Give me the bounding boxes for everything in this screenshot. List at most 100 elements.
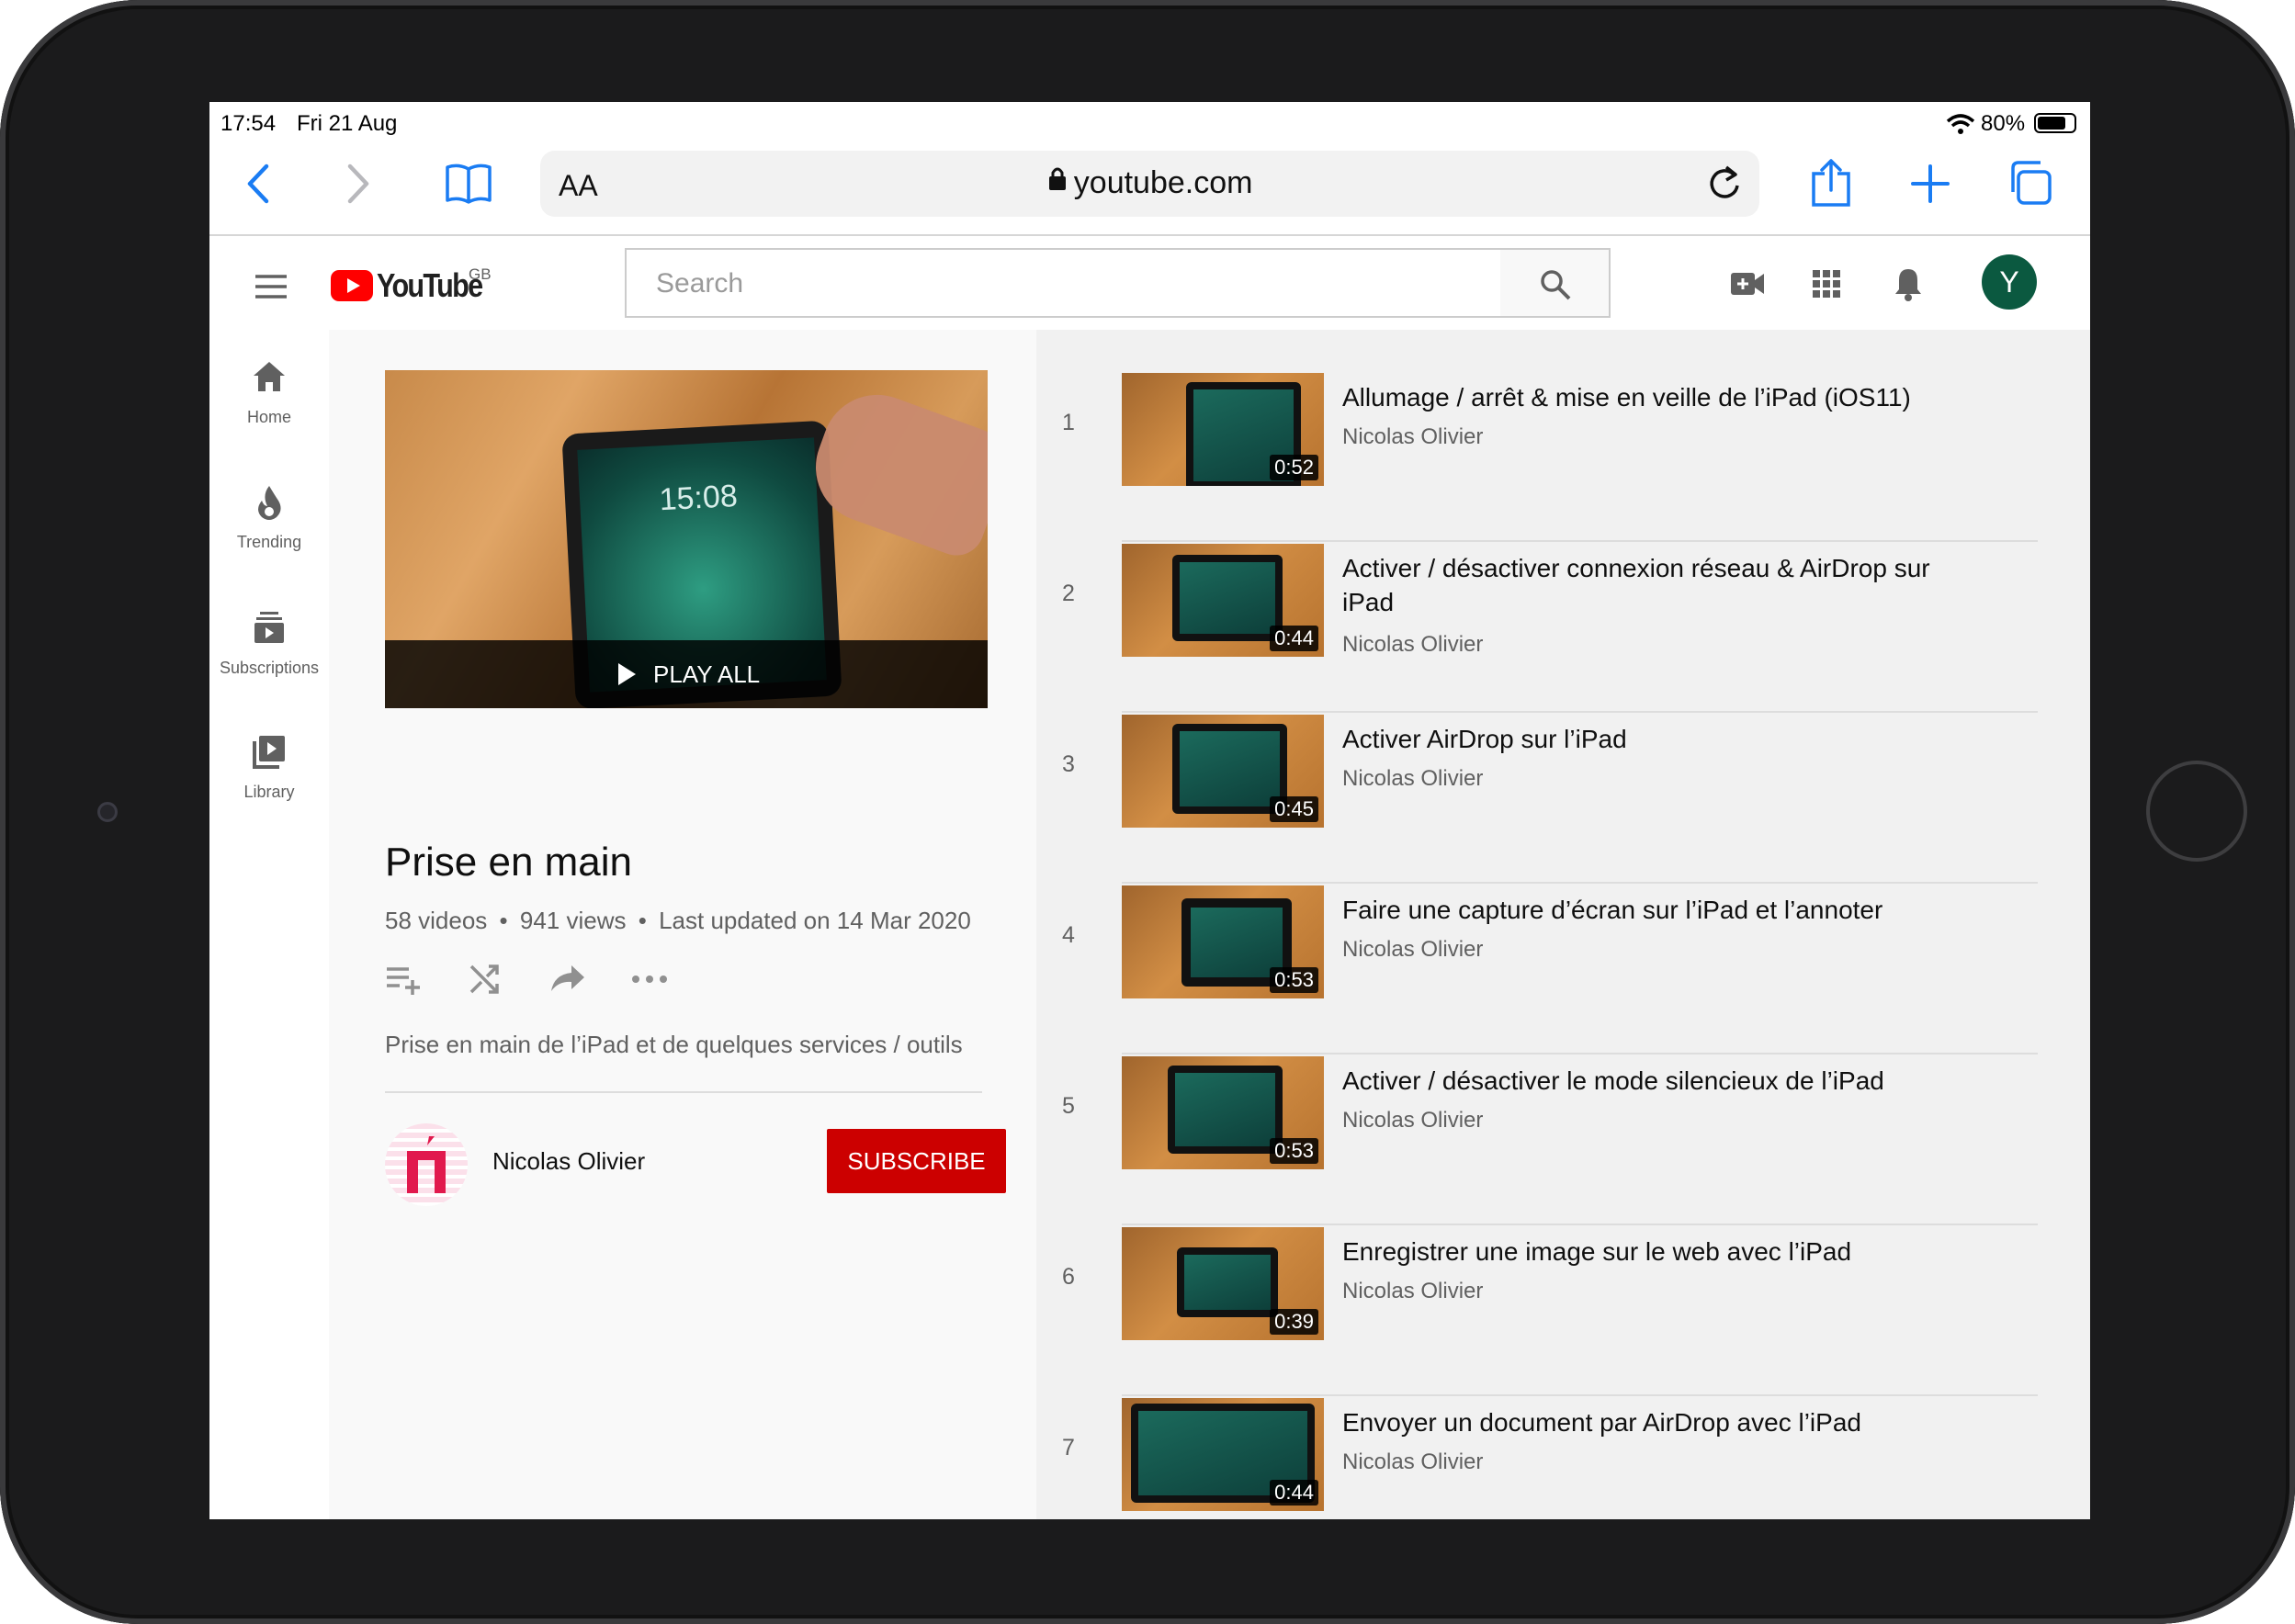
- more-options-icon[interactable]: [632, 976, 669, 985]
- sidebar-item-label: Trending: [236, 533, 302, 551]
- view-count: 941 views: [519, 907, 627, 934]
- video-duration: 0:39: [1270, 1309, 1318, 1335]
- thumbnail-ipad: [1168, 1066, 1283, 1154]
- playlist-description: Prise en main de l’iPad et de quelques s…: [385, 1031, 963, 1058]
- channel-logo-icon: [407, 1136, 446, 1193]
- video-duration: 0:44: [1270, 1480, 1318, 1506]
- playlist-video-row[interactable]: 4 0:53 Faire une capture d’écran sur l’i…: [1036, 884, 2075, 1054]
- guide-sidebar: Home Trending Subscriptions Library: [209, 330, 329, 1519]
- video-channel[interactable]: Nicolas Olivier: [1342, 937, 1483, 963]
- front-camera: [97, 802, 118, 822]
- video-thumbnail[interactable]: 0:44: [1122, 1398, 1324, 1511]
- address-bar[interactable]: AA youtube.com: [540, 151, 1759, 217]
- video-channel[interactable]: Nicolas Olivier: [1342, 1449, 1483, 1475]
- screen: 17:54 Fri 21 Aug 80% AA youtube.com YouT…: [209, 102, 2090, 1519]
- video-title[interactable]: Activer / désactiver connexion réseau & …: [1342, 551, 1976, 619]
- toolbar-divider: [209, 234, 2090, 236]
- video-thumbnail[interactable]: 0:52: [1122, 373, 1324, 486]
- region-label: GB: [469, 265, 492, 283]
- play-all-button[interactable]: PLAY ALL: [385, 640, 988, 708]
- video-index: 4: [1062, 922, 1075, 948]
- divider: [385, 1091, 982, 1093]
- subscribe-button[interactable]: SUBSCRIBE: [827, 1129, 1006, 1193]
- url-text: youtube.com: [1073, 165, 1253, 200]
- video-thumbnail[interactable]: 0:53: [1122, 885, 1324, 998]
- thumbnail-screen: [1180, 731, 1280, 806]
- playlist-video-row[interactable]: 5 0:53 Activer / désactiver le mode sile…: [1036, 1054, 2075, 1225]
- new-tab-icon[interactable]: [1909, 163, 1951, 205]
- video-channel[interactable]: Nicolas Olivier: [1342, 632, 1483, 658]
- video-thumbnail[interactable]: 0:45: [1122, 715, 1324, 828]
- wifi-icon: [1946, 113, 1975, 135]
- video-title[interactable]: Faire une capture d’écran sur l’iPad et …: [1342, 893, 1976, 927]
- playlist-thumbnail[interactable]: 15:08 PLAY ALL: [385, 370, 988, 708]
- search-button[interactable]: [1500, 248, 1611, 318]
- video-channel[interactable]: Nicolas Olivier: [1342, 766, 1483, 792]
- thumbnail-screen: [1191, 908, 1283, 977]
- back-icon[interactable]: [237, 159, 283, 209]
- playlist-video-row[interactable]: 7 0:44 Envoyer un document par AirDrop a…: [1036, 1396, 2075, 1519]
- last-updated: Last updated on 14 Mar 2020: [659, 907, 971, 934]
- video-duration: 0:53: [1270, 1138, 1318, 1164]
- video-count: 58 videos: [385, 907, 488, 934]
- tabs-icon[interactable]: [2006, 159, 2053, 207]
- add-to-queue-icon[interactable]: [385, 964, 424, 995]
- video-index: 3: [1062, 751, 1075, 777]
- play-icon: [618, 663, 636, 685]
- video-title[interactable]: Envoyer un document par AirDrop avec l’i…: [1342, 1405, 1976, 1439]
- playlist-title: Prise en main: [385, 840, 633, 885]
- youtube-play-logo-icon: [331, 270, 373, 301]
- search-input[interactable]: Search: [625, 248, 1502, 318]
- sidebar-item-home[interactable]: Home: [209, 359, 329, 427]
- playlist-video-list: 1 0:52 Allumage / arrêt & mise en veille…: [1036, 330, 2090, 1519]
- channel-avatar[interactable]: [385, 1123, 468, 1206]
- playlist-video-row[interactable]: 1 0:52 Allumage / arrêt & mise en veille…: [1036, 371, 2075, 542]
- status-time: 17:54: [220, 111, 277, 136]
- shuffle-icon[interactable]: [469, 964, 500, 995]
- video-duration: 0:44: [1270, 626, 1318, 651]
- channel-name[interactable]: Nicolas Olivier: [492, 1147, 645, 1176]
- video-index: 5: [1062, 1093, 1075, 1119]
- account-avatar[interactable]: Y: [1982, 254, 2037, 310]
- sidebar-item-trending[interactable]: Trending: [209, 484, 329, 552]
- playlist-video-row[interactable]: 3 0:45 Activer AirDrop sur l’iPad Nicola…: [1036, 713, 2075, 884]
- battery-icon: [2034, 113, 2076, 133]
- video-title[interactable]: Activer / désactiver le mode silencieux …: [1342, 1064, 1976, 1098]
- sidebar-item-label: Subscriptions: [219, 659, 320, 677]
- playlist-sidebar: 15:08 PLAY ALL Prise en main 58 videos •…: [329, 330, 1036, 1519]
- apps-grid-icon[interactable]: [1811, 268, 1842, 299]
- video-duration: 0:52: [1270, 455, 1318, 480]
- subscriptions-icon: [254, 612, 284, 643]
- share-icon[interactable]: [1808, 157, 1854, 209]
- video-title[interactable]: Allumage / arrêt & mise en veille de l’i…: [1342, 380, 1976, 414]
- sidebar-item-subscriptions[interactable]: Subscriptions: [209, 610, 329, 678]
- bookmarks-icon[interactable]: [444, 162, 493, 206]
- video-index: 7: [1062, 1435, 1075, 1460]
- sidebar-item-library[interactable]: Library: [209, 734, 329, 802]
- playlist-video-row[interactable]: 2 0:44 Activer / désactiver connexion ré…: [1036, 542, 2075, 713]
- thumbnail-screen: [1180, 562, 1275, 634]
- video-thumbnail[interactable]: 0:53: [1122, 1056, 1324, 1169]
- video-channel[interactable]: Nicolas Olivier: [1342, 424, 1483, 450]
- thumbnail-ipad: [1172, 555, 1283, 641]
- reload-icon[interactable]: [1706, 164, 1743, 204]
- youtube-wordmark: YouTube: [377, 266, 483, 304]
- playlist-video-row[interactable]: 6 0:39 Enregistrer une image sur le web …: [1036, 1225, 2075, 1396]
- video-title[interactable]: Activer AirDrop sur l’iPad: [1342, 722, 1976, 756]
- create-video-icon[interactable]: [1729, 268, 1766, 299]
- video-thumbnail[interactable]: 0:39: [1122, 1227, 1324, 1340]
- forward-icon[interactable]: [334, 159, 379, 209]
- share-arrow-icon[interactable]: [549, 964, 586, 993]
- video-channel[interactable]: Nicolas Olivier: [1342, 1108, 1483, 1133]
- video-channel[interactable]: Nicolas Olivier: [1342, 1279, 1483, 1304]
- play-all-label: PLAY ALL: [653, 660, 761, 688]
- fire-icon: [258, 486, 281, 520]
- status-date: Fri 21 Aug: [297, 111, 398, 136]
- notifications-bell-icon[interactable]: [1893, 265, 1924, 302]
- sidebar-item-label: Library: [243, 783, 295, 801]
- video-thumbnail[interactable]: 0:44: [1122, 544, 1324, 657]
- menu-icon[interactable]: [254, 273, 288, 300]
- home-button[interactable]: [2146, 761, 2247, 862]
- video-title[interactable]: Enregistrer une image sur le web avec l’…: [1342, 1235, 1976, 1269]
